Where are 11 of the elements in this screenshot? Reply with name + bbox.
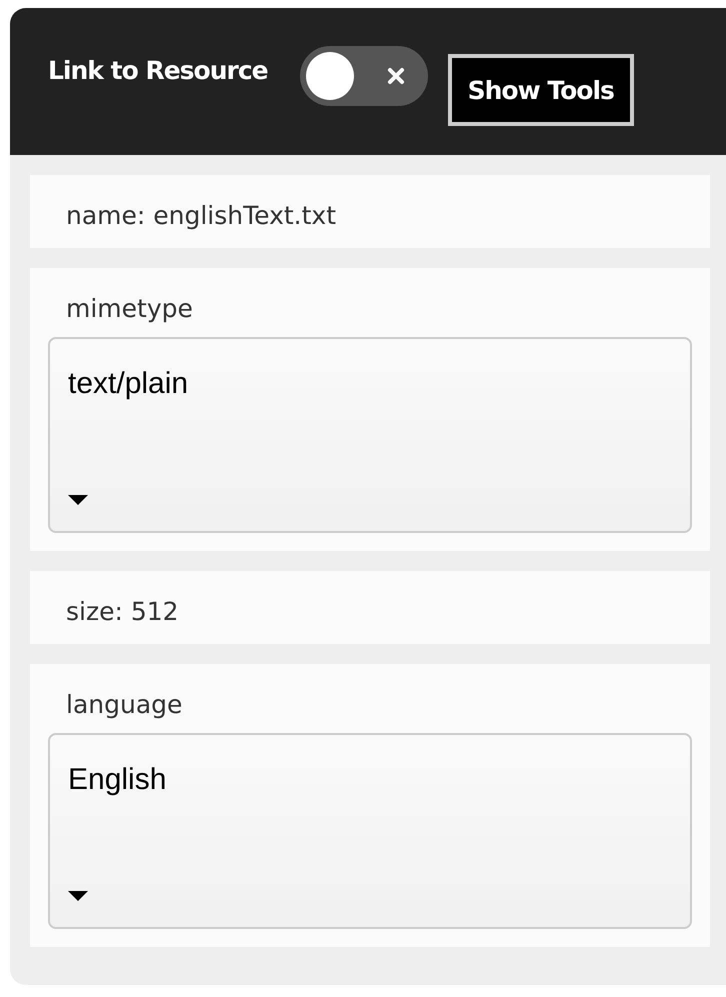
property-text: size: 512 — [66, 597, 180, 626]
field-label: language — [66, 690, 184, 719]
header-title: Link to Resource — [48, 56, 268, 85]
show-tools-button[interactable]: Show Tools — [448, 54, 634, 126]
field-label: mimetype — [66, 294, 194, 323]
caret-icon — [68, 891, 88, 901]
select-field[interactable]: English — [48, 733, 692, 929]
select-field[interactable]: text/plain — [48, 337, 692, 533]
close-icon — [386, 66, 406, 86]
caret-icon — [68, 495, 88, 505]
property-text: name: englishText.txt — [66, 201, 338, 230]
